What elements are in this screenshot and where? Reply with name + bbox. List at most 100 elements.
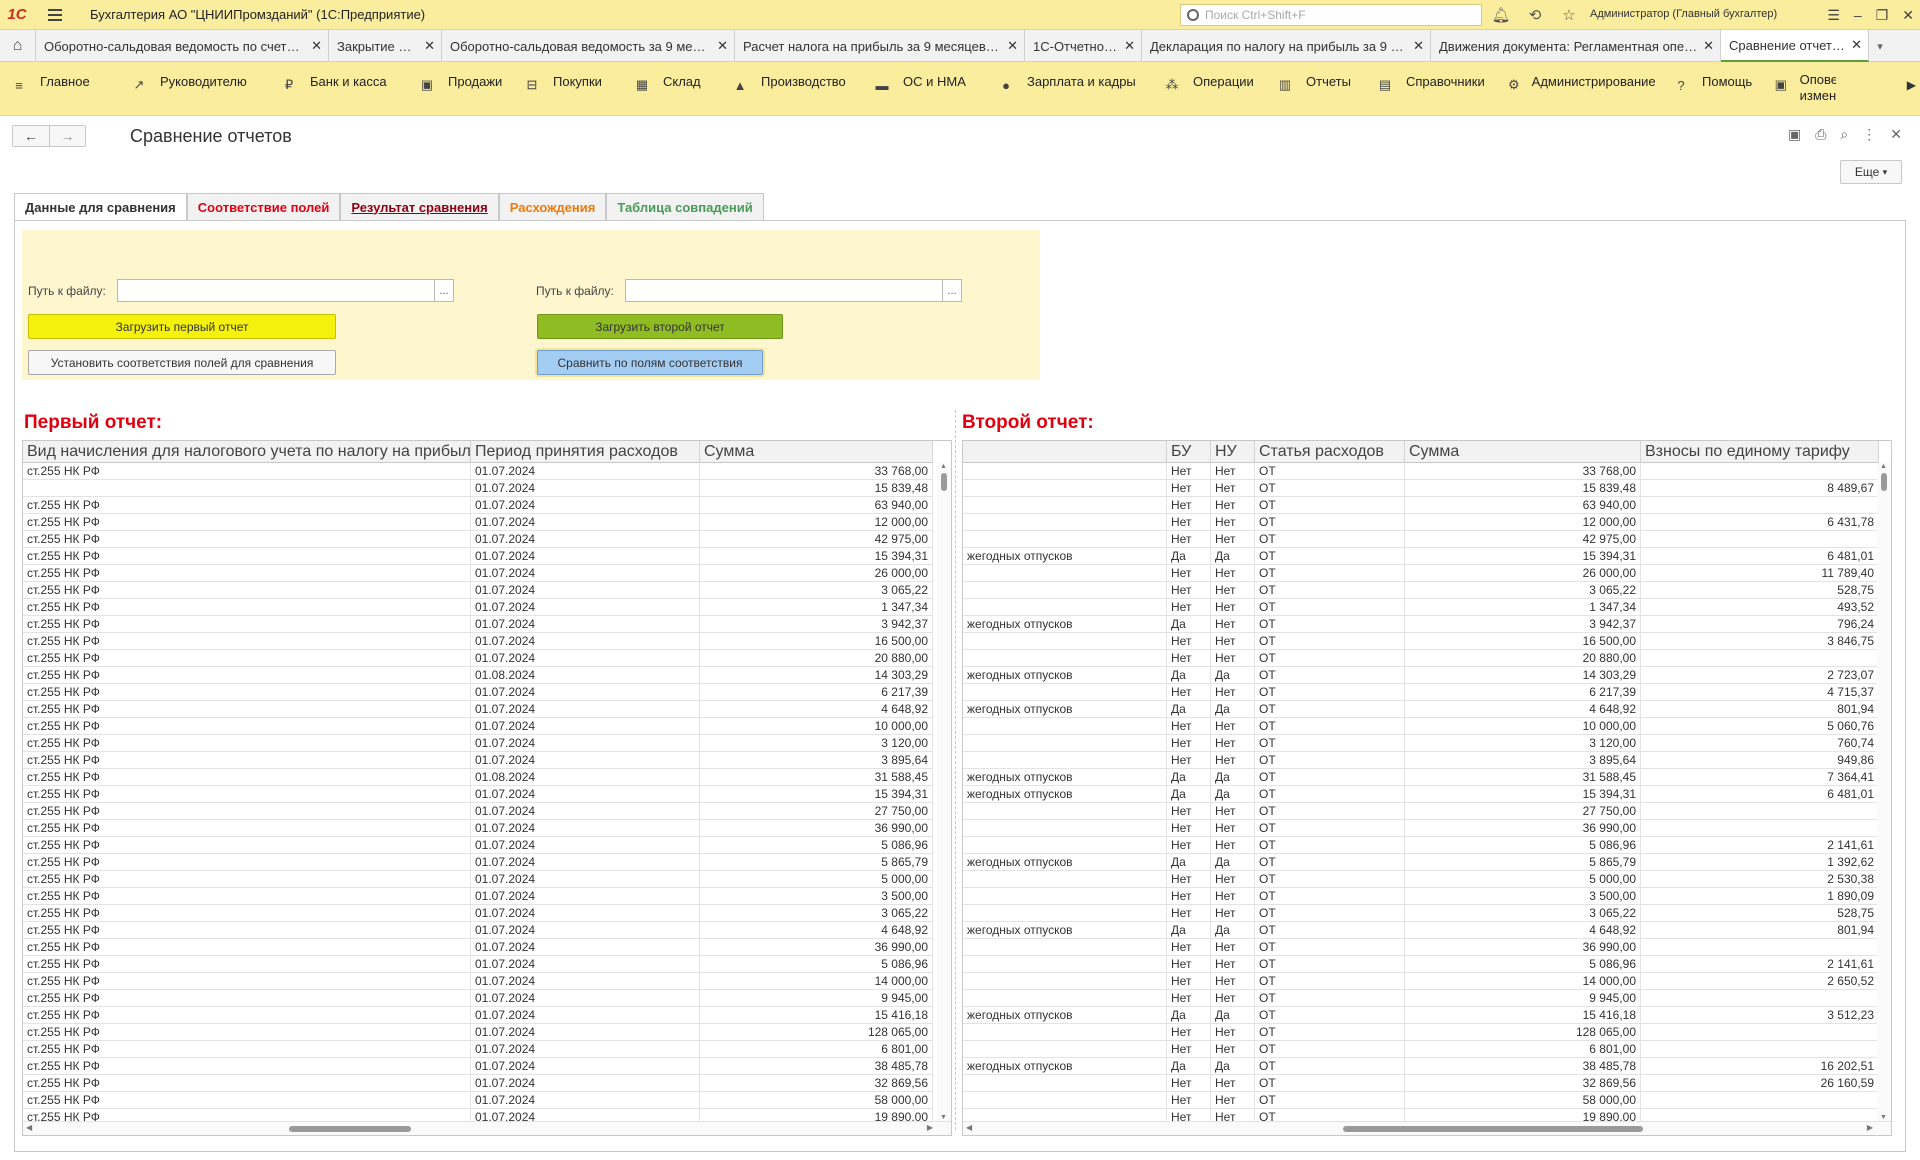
open-tab[interactable]: Расчет налога на прибыль за 9 месяцев 20… [735, 30, 1025, 62]
table-row[interactable]: ст.255 НК РФ 01.07.2024 3 895,64 [23, 752, 933, 769]
table-row[interactable]: ст.255 НК РФ 01.07.2024 3 942,37 [23, 616, 933, 633]
table-row[interactable]: ст.255 НК РФ 01.07.2024 3 120,00 [23, 735, 933, 752]
table-row[interactable]: ст.255 НК РФ 01.07.2024 33 768,00 [23, 463, 933, 480]
table-row[interactable]: жегодных отпусков Да Да ОТ 31 588,45 7 364,41 [963, 769, 1879, 786]
table-row[interactable]: Нет Нет ОТ 58 000,00 [963, 1092, 1879, 1109]
table-row[interactable]: ст.255 НК РФ 01.07.2024 15 394,31 [23, 786, 933, 803]
main-menu-icon[interactable] [48, 0, 68, 30]
second-report-hscroll[interactable]: ◀ ▶ [963, 1121, 1891, 1135]
table-row[interactable]: ст.255 НК РФ 01.07.2024 3 065,22 [23, 582, 933, 599]
table-row[interactable]: Нет Нет ОТ 14 000,00 2 650,52 [963, 973, 1879, 990]
global-search-input[interactable]: Поиск Ctrl+Shift+F [1180, 4, 1482, 26]
scroll-right-icon[interactable]: ▶ [927, 1123, 933, 1132]
section-7[interactable]: ▬ ОС и НМА [863, 62, 987, 116]
open-tab[interactable]: Движения документа: Регламентная операци… [1431, 30, 1721, 62]
table-row[interactable]: 01.07.2024 15 839,48 [23, 480, 933, 497]
section-8[interactable]: ● Зарплата и кадры [987, 62, 1153, 116]
preview-icon[interactable]: ⌕ [1840, 126, 1848, 143]
close-tab-icon[interactable]: ✕ [311, 38, 322, 54]
tab-differences[interactable]: Расхождения [498, 193, 607, 220]
first-report-table[interactable]: Вид начисления для налогового учета по н… [22, 440, 952, 1136]
table-row[interactable]: жегодных отпусков Да Да ОТ 4 648,92 801,94 [963, 701, 1879, 718]
table-row[interactable]: жегодных отпусков Да Да ОТ 5 865,79 1 392,62 [963, 854, 1879, 871]
table-row[interactable]: Нет Нет ОТ 3 065,22 528,75 [963, 582, 1879, 599]
section-1[interactable]: ↗ Руководителю [120, 62, 270, 116]
table-row[interactable]: Нет Нет ОТ 5 000,00 2 530,38 [963, 871, 1879, 888]
section-3[interactable]: ▣ Продажи [408, 62, 513, 116]
close-tab-icon[interactable]: ✕ [1413, 38, 1424, 54]
tabs-dropdown-icon[interactable]: ▾ [1869, 30, 1891, 62]
table-row[interactable]: Нет Нет ОТ 36 990,00 [963, 820, 1879, 837]
table-row[interactable]: ст.255 НК РФ 01.07.2024 128 065,00 [23, 1024, 933, 1041]
table-row[interactable]: ст.255 НК РФ 01.07.2024 10 000,00 [23, 718, 933, 735]
table-row[interactable]: жегодных отпусков Да Да ОТ 14 303,29 2 723,07 [963, 667, 1879, 684]
table-row[interactable]: ст.255 НК РФ 01.07.2024 38 485,78 [23, 1058, 933, 1075]
table-row[interactable]: ст.255 НК РФ 01.07.2024 4 648,92 [23, 922, 933, 939]
table-row[interactable]: Нет Нет ОТ 20 880,00 [963, 650, 1879, 667]
table-row[interactable]: ст.255 НК РФ 01.07.2024 5 000,00 [23, 871, 933, 888]
load-first-report-button[interactable]: Загрузить первый отчет [28, 314, 336, 339]
table-row[interactable]: ст.255 НК РФ 01.07.2024 42 975,00 [23, 531, 933, 548]
minimize-icon[interactable]: – [1854, 7, 1862, 23]
table-row[interactable]: Нет Нет ОТ 33 768,00 [963, 463, 1879, 480]
open-tab[interactable]: Оборотно-сальдовая ведомость по счету 20… [36, 30, 329, 62]
table-row[interactable]: Нет Нет ОТ 36 990,00 [963, 939, 1879, 956]
table-row[interactable]: жегодных отпусков Да Да ОТ 15 394,31 6 481,01 [963, 548, 1879, 565]
table-row[interactable]: ст.255 НК РФ 01.07.2024 15 394,31 [23, 548, 933, 565]
tab-compare-result[interactable]: Результат сравнения [340, 193, 499, 220]
table-row[interactable]: ст.255 НК РФ 01.07.2024 36 990,00 [23, 939, 933, 956]
scroll-thumb[interactable] [1881, 473, 1887, 491]
path1-input[interactable] [117, 279, 435, 302]
section-13[interactable]: ? Помощь [1662, 62, 1764, 116]
table-row[interactable]: ст.255 НК РФ 01.07.2024 5 086,96 [23, 837, 933, 854]
table-row[interactable]: ст.255 НК РФ 01.07.2024 1 347,34 [23, 599, 933, 616]
table-row[interactable]: ст.255 НК РФ 01.07.2024 15 416,18 [23, 1007, 933, 1024]
second-report-vscroll[interactable]: ▲ ▼ [1877, 463, 1891, 1121]
close-tab-icon[interactable]: ✕ [1851, 37, 1862, 53]
table-row[interactable]: жегодных отпусков Да Да ОТ 15 416,18 3 512,23 [963, 1007, 1879, 1024]
section-12[interactable]: ⚙ Администрирование [1498, 62, 1662, 116]
table-row[interactable]: Нет Нет ОТ 128 065,00 [963, 1024, 1879, 1041]
table-row[interactable]: Нет Нет ОТ 6 801,00 [963, 1041, 1879, 1058]
table-row[interactable]: Нет Нет ОТ 12 000,00 6 431,78 [963, 514, 1879, 531]
table-row[interactable]: Нет Нет ОТ 3 500,00 1 890,09 [963, 888, 1879, 905]
open-tab[interactable]: Сравнение отчетов ✕ [1721, 30, 1869, 62]
open-tab[interactable]: Закрытие месяца ✕ [329, 30, 442, 62]
scroll-down-icon[interactable]: ▼ [940, 1114, 947, 1121]
table-row[interactable]: жегодных отпусков Да Да ОТ 38 485,78 16 202,5… [963, 1058, 1879, 1075]
close-tab-icon[interactable]: ✕ [1124, 38, 1135, 54]
table-row[interactable]: Нет Нет ОТ 1 347,34 493,52 [963, 599, 1879, 616]
table-row[interactable]: Нет Нет ОТ 16 500,00 3 846,75 [963, 633, 1879, 650]
table-row[interactable]: Нет Нет ОТ 9 945,00 [963, 990, 1879, 1007]
scroll-down-icon[interactable]: ▼ [1880, 1114, 1887, 1121]
section-0[interactable]: ≡ Главное [0, 62, 120, 116]
column-header[interactable]: БУ [1167, 441, 1211, 463]
table-row[interactable]: ст.255 НК РФ 01.07.2024 36 990,00 [23, 820, 933, 837]
section-9[interactable]: ⁂ Операции [1153, 62, 1266, 116]
path1-browse-button[interactable]: ... [434, 279, 454, 302]
table-row[interactable]: ст.255 НК РФ 01.07.2024 63 940,00 [23, 497, 933, 514]
open-tab[interactable]: 1С-Отчетность ✕ [1025, 30, 1142, 62]
column-header[interactable]: Сумма [700, 441, 933, 463]
open-tab[interactable]: Декларация по налогу на прибыль за 9 мес… [1142, 30, 1431, 62]
print-icon[interactable]: ⎙ [1815, 126, 1826, 143]
column-header[interactable]: Вид начисления для налогового учета по н… [23, 441, 471, 463]
table-row[interactable]: жегодных отпусков Да Да ОТ 15 394,31 6 481,01 [963, 786, 1879, 803]
section-11[interactable]: ▤ Справочники [1366, 62, 1498, 116]
scroll-left-icon[interactable]: ◀ [26, 1123, 32, 1132]
table-row[interactable]: ст.255 НК РФ 01.07.2024 3 500,00 [23, 888, 933, 905]
table-row[interactable]: Нет Нет ОТ 10 000,00 5 060,76 [963, 718, 1879, 735]
column-header[interactable]: Сумма [1405, 441, 1641, 463]
tab-compare-data[interactable]: Данные для сравнения [14, 193, 187, 221]
table-row[interactable]: ст.255 НК РФ 01.07.2024 5 086,96 [23, 956, 933, 973]
close-tab-icon[interactable]: ✕ [1007, 38, 1018, 54]
first-report-hscroll[interactable]: ◀ ▶ [23, 1121, 951, 1135]
column-header[interactable] [963, 441, 1167, 463]
current-user[interactable]: Администратор (Главный бухгалтер) [1590, 8, 1777, 20]
back-arrow-icon[interactable]: ← [13, 126, 49, 146]
close-tab-icon[interactable]: ✕ [717, 38, 728, 54]
table-row[interactable]: Нет Нет ОТ 32 869,56 26 160,59 [963, 1075, 1879, 1092]
table-row[interactable]: ст.255 НК РФ 01.07.2024 27 750,00 [23, 803, 933, 820]
table-row[interactable]: ст.255 НК РФ 01.07.2024 3 065,22 [23, 905, 933, 922]
load-second-report-button[interactable]: Загрузить второй отчет [537, 314, 783, 339]
